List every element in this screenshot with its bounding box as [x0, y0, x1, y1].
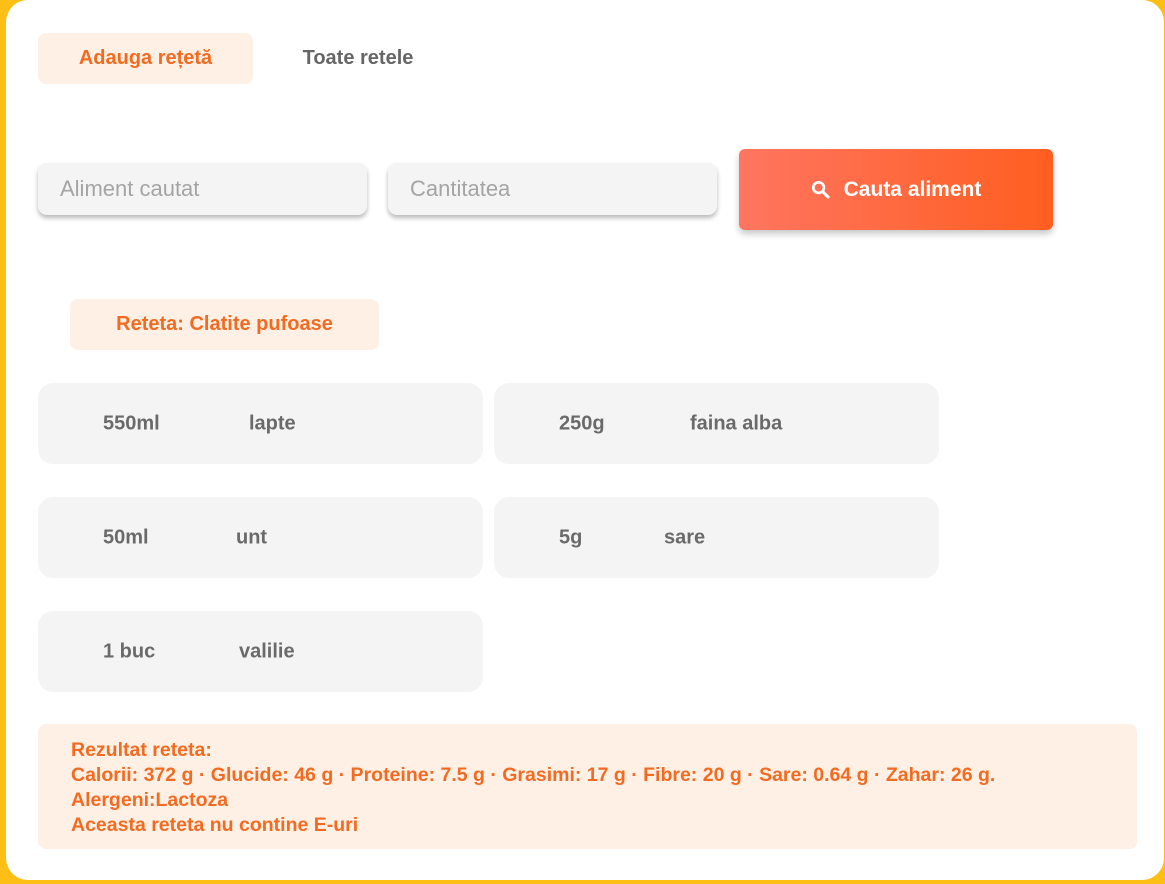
recipe-result: Rezultat reteta: Calorii: 372 g · Glucid…: [38, 724, 1137, 849]
food-search-input[interactable]: [38, 163, 367, 215]
recipe-title: Reteta: Clatite pufoase: [70, 299, 379, 350]
ingredient-quantity: 250g: [559, 412, 605, 434]
search-food-button[interactable]: Cauta aliment: [739, 149, 1053, 230]
ingredient-name: valilie: [239, 640, 295, 662]
tab-all-recipes[interactable]: Toate retele: [268, 33, 448, 84]
ingredient-quantity: 5g: [559, 526, 583, 548]
ingredient-card[interactable]: 5g sare: [494, 497, 939, 578]
quantity-input[interactable]: [388, 163, 717, 215]
tab-add-recipe[interactable]: Adauga rețetă: [38, 33, 253, 84]
ingredient-quantity: 550ml: [103, 412, 160, 434]
ingredient-card[interactable]: 250g faina alba: [494, 383, 939, 464]
allergens-info: Alergeni:Lactoza: [71, 789, 229, 811]
ingredient-card[interactable]: 550ml lapte: [38, 383, 483, 464]
ingredient-name: sare: [664, 526, 706, 548]
ingredient-quantity: 1 buc: [103, 640, 156, 662]
ingredient-name: faina alba: [690, 412, 783, 434]
additives-info: Aceasta reteta nu contine E-uri: [71, 814, 359, 836]
ingredient-card[interactable]: 50ml unt: [38, 497, 483, 578]
ingredient-quantity: 50ml: [103, 526, 149, 548]
nutrition-summary: Calorii: 372 g · Glucide: 46 g · Protein…: [71, 764, 996, 786]
ingredient-name: lapte: [249, 412, 296, 434]
search-button-label: Cauta aliment: [843, 177, 982, 201]
ingredient-name: unt: [236, 526, 268, 548]
result-heading: Rezultat reteta:: [71, 739, 212, 761]
search-icon: [811, 180, 830, 199]
ingredient-card[interactable]: 1 buc valilie: [38, 611, 483, 692]
